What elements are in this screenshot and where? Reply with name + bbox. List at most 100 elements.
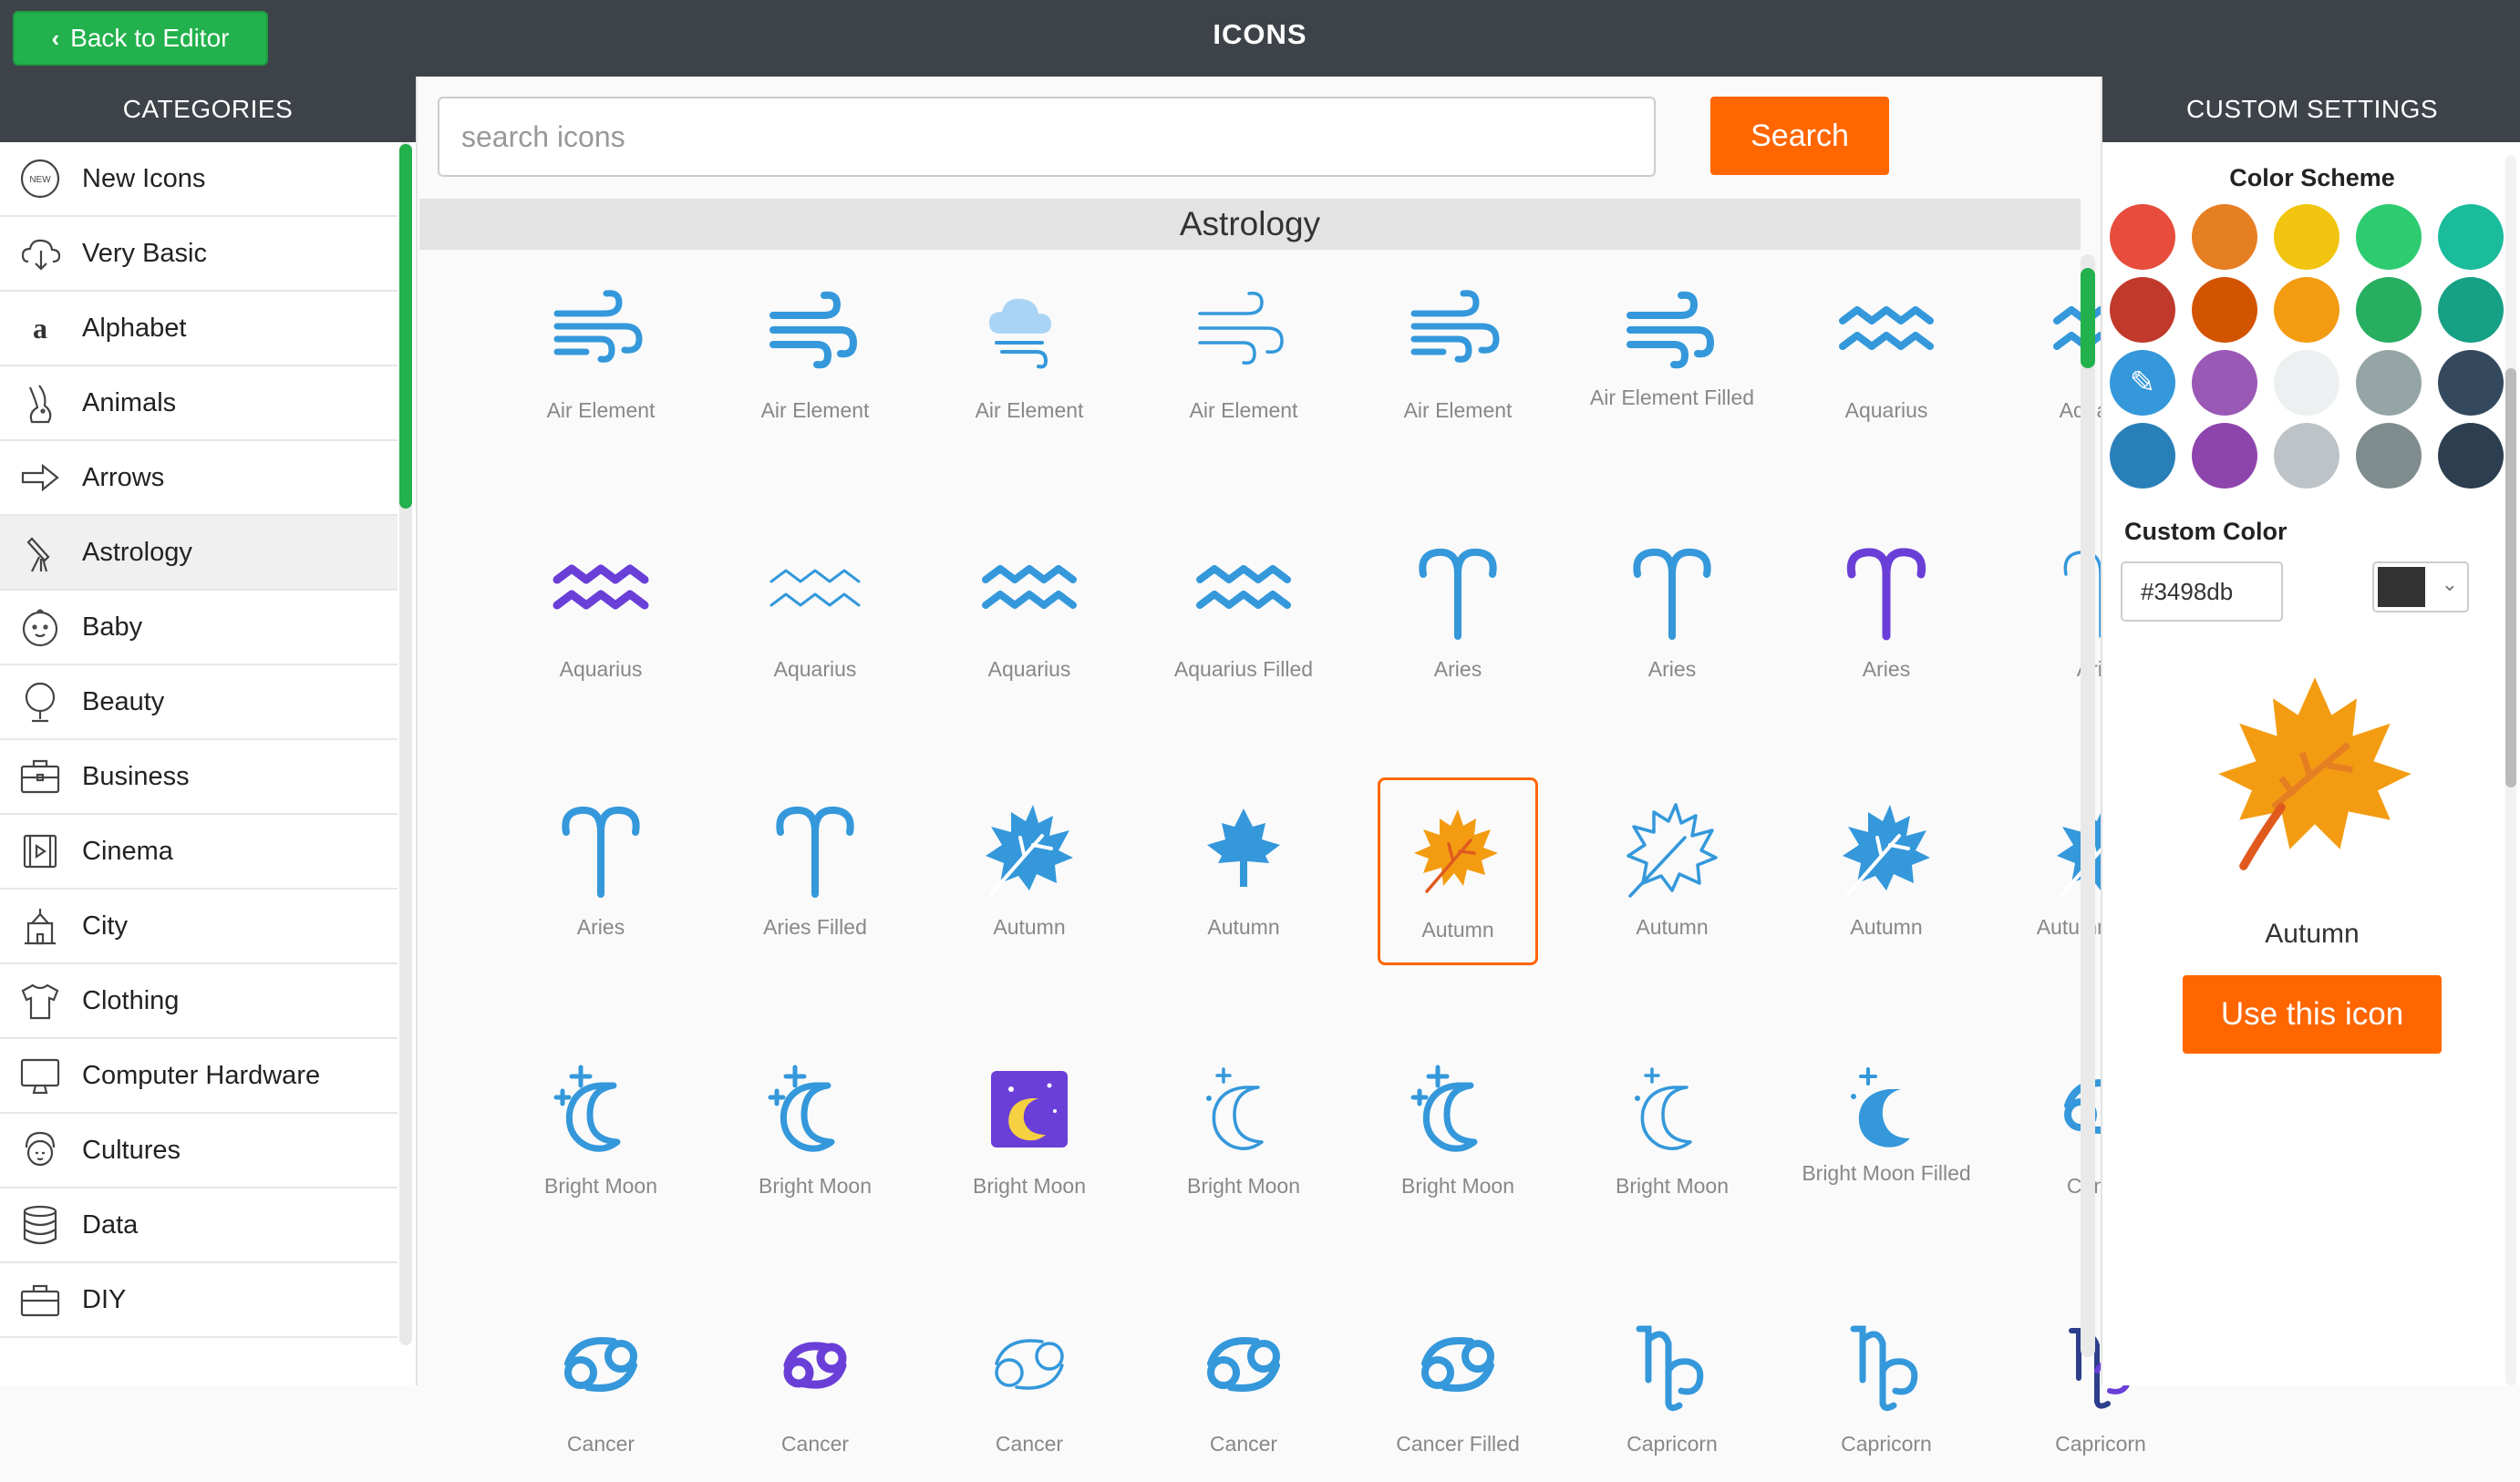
color-picker-swatch: [2378, 567, 2425, 607]
icon-tile[interactable]: Autumn: [1378, 777, 1538, 966]
icon-tile[interactable]: Aquarius: [949, 520, 1110, 707]
sidebar-item-city[interactable]: City: [0, 890, 398, 964]
aquarius-icon: [760, 538, 870, 647]
icon-tile[interactable]: Air Element: [735, 261, 895, 448]
sidebar-item-business[interactable]: Business: [0, 740, 398, 815]
sidebar-item-astrology[interactable]: Astrology: [0, 516, 398, 591]
icon-tile[interactable]: Aries Filled: [735, 777, 895, 965]
color-swatch[interactable]: [2356, 204, 2422, 270]
icon-tile-label: Aries: [1862, 656, 1911, 681]
color-swatch[interactable]: [2438, 423, 2504, 489]
geisha-icon: [16, 1127, 64, 1174]
search-button[interactable]: Search: [1710, 97, 1889, 175]
color-swatch[interactable]: [2110, 423, 2175, 489]
icon-tile[interactable]: Capricorn: [1592, 1294, 1752, 1482]
icon-tile[interactable]: Bright Moon Filled: [1802, 1036, 1971, 1224]
icon-tile[interactable]: Aquarius: [1806, 261, 1967, 448]
sidebar-item-beauty[interactable]: Beauty: [0, 665, 398, 740]
icon-tile-label: Capricorn: [1627, 1432, 1718, 1456]
sidebar-item-diy[interactable]: DIY: [0, 1263, 398, 1338]
sidebar-item-baby[interactable]: Baby: [0, 591, 398, 665]
color-swatch[interactable]: [2356, 350, 2422, 416]
sidebar-item-cinema[interactable]: Cinema: [0, 815, 398, 890]
sidebar-item-new-icons[interactable]: NEW New Icons: [0, 142, 398, 217]
icon-tile[interactable]: Aries: [1378, 520, 1538, 707]
color-swatch[interactable]: [2438, 350, 2504, 416]
sidebar-item-data[interactable]: Data: [0, 1189, 398, 1263]
icon-grid-scrollbar-thumb[interactable]: [2081, 268, 2095, 368]
icon-tile[interactable]: Cancer: [1163, 1294, 1324, 1482]
sidebar-item-alphabet[interactable]: a Alphabet: [0, 292, 398, 366]
icon-tile[interactable]: Aries: [521, 777, 681, 965]
color-swatch[interactable]: [2438, 277, 2504, 343]
sidebar-item-label: Alphabet: [82, 313, 187, 343]
use-this-icon-button[interactable]: Use this icon: [2183, 975, 2442, 1054]
icon-tile-label: Air Element: [975, 398, 1084, 422]
page-title: ICONS: [1213, 18, 1307, 50]
color-swatch[interactable]: [2274, 277, 2339, 343]
icon-tile[interactable]: Autumn: [1806, 777, 1967, 965]
color-swatch[interactable]: [2192, 423, 2257, 489]
settings-scrollbar-thumb[interactable]: [2505, 368, 2516, 787]
color-swatch[interactable]: [2356, 277, 2422, 343]
sidebar-item-clothing[interactable]: Clothing: [0, 964, 398, 1039]
moon-icon: [1832, 1055, 1941, 1164]
icon-tile[interactable]: Air Element: [521, 261, 681, 448]
color-swatch[interactable]: [2192, 204, 2257, 270]
icon-tile[interactable]: Autumn: [1163, 777, 1324, 965]
search-input[interactable]: [438, 97, 1656, 177]
sidebar-item-label: DIY: [82, 1284, 127, 1314]
color-swatch[interactable]: [2192, 350, 2257, 416]
color-swatch[interactable]: [2438, 204, 2504, 270]
color-picker-dropdown[interactable]: ⌄: [2372, 561, 2469, 612]
icon-tile[interactable]: Aquarius: [735, 520, 895, 707]
icon-tile[interactable]: Cancer Filled: [1378, 1294, 1538, 1482]
color-swatch[interactable]: [2274, 423, 2339, 489]
color-swatch[interactable]: [2274, 350, 2339, 416]
icon-tile[interactable]: Cancer: [949, 1294, 1110, 1482]
icon-tile[interactable]: Bright Moon: [1163, 1036, 1324, 1224]
icon-tile[interactable]: Aquarius Filled: [1163, 520, 1324, 707]
wind-icon: [760, 279, 870, 388]
icon-tile[interactable]: Bright Moon: [735, 1036, 895, 1224]
sidebar-item-animals[interactable]: Animals: [0, 366, 398, 441]
icon-tile[interactable]: Bright Moon: [521, 1036, 681, 1224]
color-swatch[interactable]: [2192, 277, 2257, 343]
tshirt-icon: [16, 977, 64, 1024]
icon-tile[interactable]: Air Element Filled: [1590, 261, 1754, 448]
sidebar-item-label: Computer Hardware: [82, 1060, 321, 1090]
moon-icon: [1189, 1055, 1298, 1164]
color-swatch[interactable]: ✎: [2110, 350, 2175, 416]
icon-tile[interactable]: Aquarius: [521, 520, 681, 707]
icon-grid-scrollbar[interactable]: [2081, 254, 2095, 1357]
color-swatch[interactable]: [2274, 204, 2339, 270]
icon-tile[interactable]: Aries: [1592, 520, 1752, 707]
cloud-wind-icon: [975, 279, 1084, 388]
sidebar-item-computer-hardware[interactable]: Computer Hardware: [0, 1039, 398, 1114]
icon-tile[interactable]: Air Element: [1163, 261, 1324, 448]
maple-leaf-icon: [1832, 796, 1941, 905]
sidebar-item-arrows[interactable]: Arrows: [0, 441, 398, 516]
icon-tile[interactable]: Air Element: [1378, 261, 1538, 448]
icon-tile-label: Aries: [1647, 656, 1697, 681]
icon-tile[interactable]: Aries: [1806, 520, 1967, 707]
right-arrow-icon: [16, 454, 64, 501]
icon-tile[interactable]: Bright Moon: [949, 1036, 1110, 1224]
icon-tile[interactable]: Cancer: [521, 1294, 681, 1482]
icon-tile[interactable]: Air Element: [949, 261, 1110, 448]
icon-tile[interactable]: Cancer: [735, 1294, 895, 1482]
cloud-download-icon: [16, 230, 64, 277]
color-swatch[interactable]: [2110, 204, 2175, 270]
mirror-icon: [16, 678, 64, 726]
color-swatch[interactable]: [2356, 423, 2422, 489]
categories-scrollbar-thumb[interactable]: [399, 144, 412, 509]
icon-tile[interactable]: Autumn: [1592, 777, 1752, 965]
custom-color-input[interactable]: [2121, 561, 2283, 622]
icon-tile[interactable]: Bright Moon: [1378, 1036, 1538, 1224]
color-swatch[interactable]: [2110, 277, 2175, 343]
icon-tile[interactable]: Capricorn: [1806, 1294, 1967, 1482]
icon-tile[interactable]: Bright Moon: [1592, 1036, 1752, 1224]
icon-tile[interactable]: Autumn: [949, 777, 1110, 965]
sidebar-item-cultures[interactable]: Cultures: [0, 1114, 398, 1189]
sidebar-item-very-basic[interactable]: Very Basic: [0, 217, 398, 292]
